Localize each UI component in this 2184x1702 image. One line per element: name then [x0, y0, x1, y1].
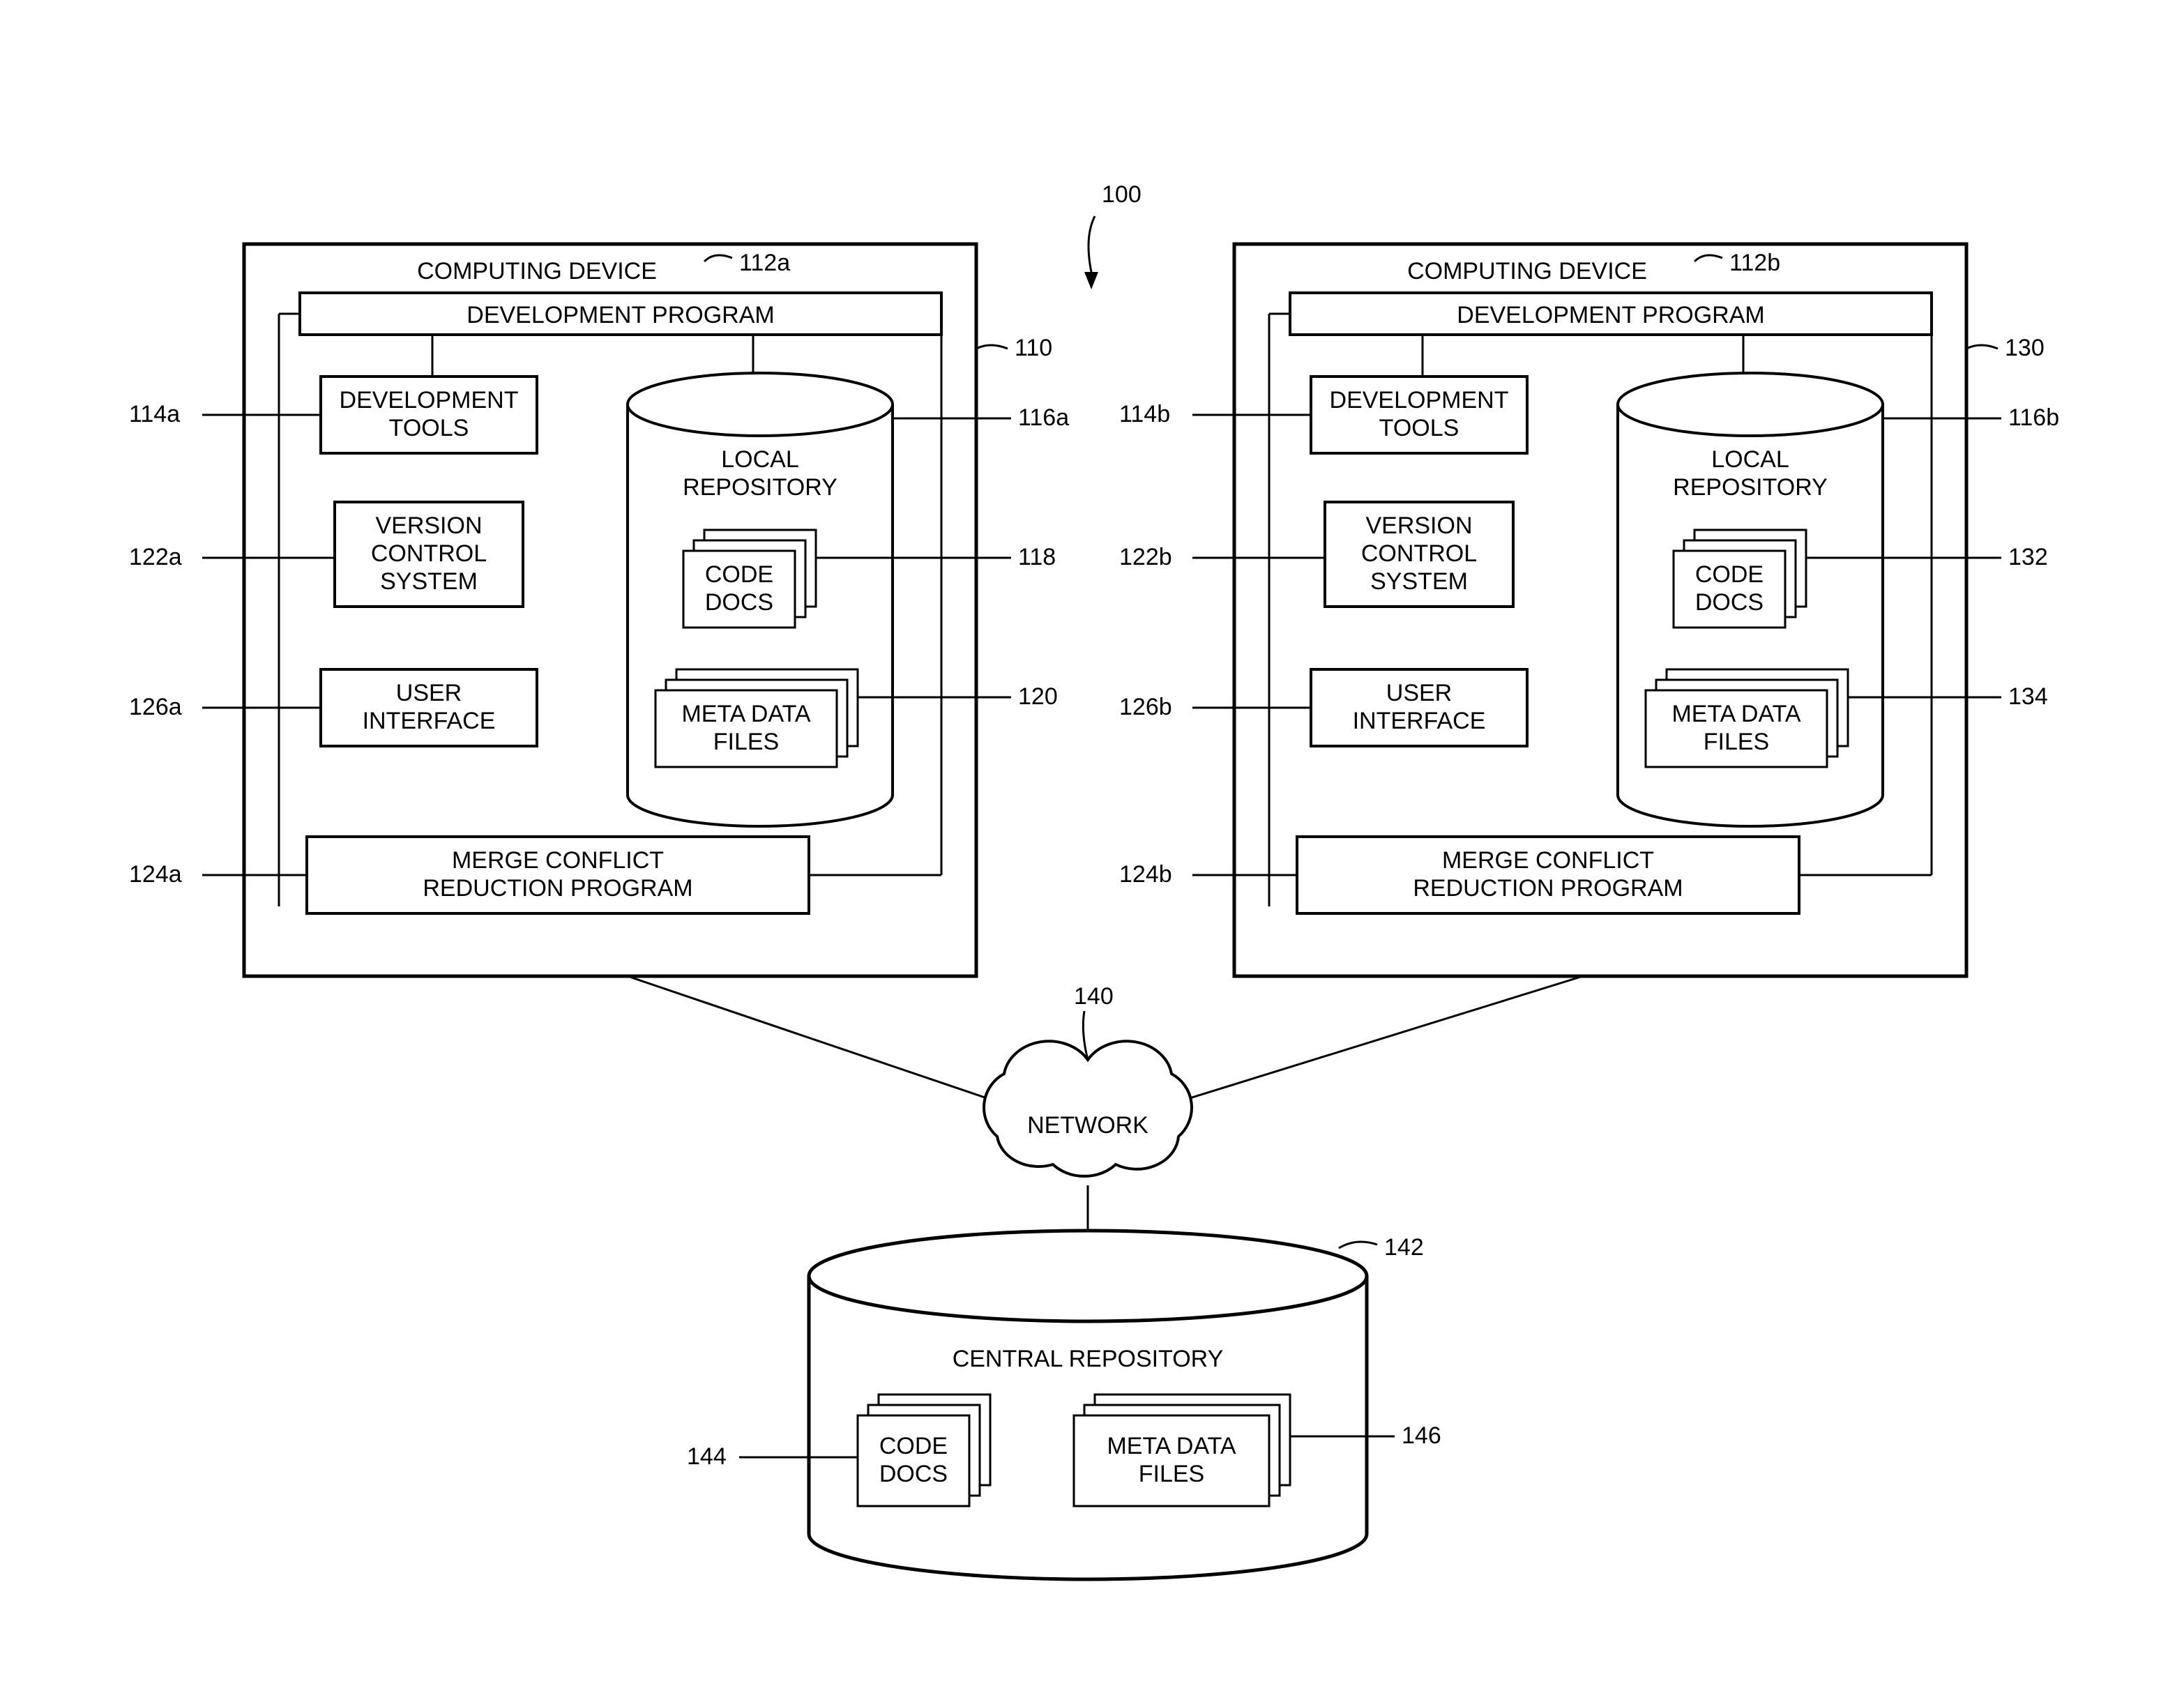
meta-l1-b: META DATA [1671, 701, 1800, 727]
central-meta-l2: FILES [1139, 1461, 1204, 1487]
local-repo-l1-a: LOCAL [721, 446, 799, 473]
central-repo-group: CENTRAL REPOSITORY 142 CODE DOCS 144 MET… [687, 1231, 1441, 1579]
central-repo-label: CENTRAL REPOSITORY [953, 1346, 1224, 1372]
dev-program-label-a: DEVELOPMENT PROGRAM [467, 302, 774, 328]
ref-120: 120 [1018, 683, 1058, 710]
ui-l1-a: USER [396, 680, 462, 706]
vcs-l2-b: CONTROL [1361, 540, 1477, 567]
central-code-l2: DOCS [879, 1461, 948, 1487]
dev-tools-l2-a: TOOLS [389, 415, 469, 441]
diagram-root: 100 COMPUTING DEVICE 112a 110 DEVELOPMEN… [0, 0, 2184, 1702]
ui-l2-b: INTERFACE [1353, 708, 1486, 734]
ref-116b: 116b [2008, 404, 2059, 431]
ref-112a: 112a [739, 250, 790, 276]
ref-140: 140 [1074, 983, 1114, 1010]
central-code-l1: CODE [879, 1433, 948, 1459]
ref-100: 100 [1084, 181, 1142, 289]
ref-114b: 114b [1119, 401, 1170, 427]
ref-118: 118 [1018, 544, 1056, 570]
ref-100-text: 100 [1102, 181, 1142, 208]
ref-130: 130 [2005, 335, 2045, 361]
local-repo-l2-a: REPOSITORY [683, 474, 837, 501]
merge-l1-b: MERGE CONFLICT [1442, 847, 1654, 874]
ref-132: 132 [2008, 544, 2048, 570]
meta-l2-a: FILES [713, 729, 779, 755]
merge-l2-a: REDUCTION PROGRAM [423, 875, 692, 902]
dev-tools-l1-a: DEVELOPMENT [340, 387, 519, 413]
meta-l1-a: META DATA [681, 701, 810, 727]
merge-l2-b: REDUCTION PROGRAM [1413, 875, 1683, 902]
code-docs-l2-b: DOCS [1695, 589, 1764, 616]
ref-134: 134 [2008, 683, 2048, 710]
ref-126a: 126a [129, 694, 182, 720]
device-left-group: COMPUTING DEVICE 112a 110 DEVELOPMENT PR… [129, 244, 1069, 976]
merge-l1-a: MERGE CONFLICT [452, 847, 664, 874]
ref-146: 146 [1402, 1422, 1441, 1449]
device-right-title: COMPUTING DEVICE [1407, 258, 1647, 284]
dev-program-label-b: DEVELOPMENT PROGRAM [1457, 302, 1764, 328]
device-left-title: COMPUTING DEVICE [417, 258, 657, 284]
dev-tools-l1-b: DEVELOPMENT [1330, 387, 1509, 413]
ref-124a: 124a [129, 861, 182, 888]
meta-l2-b: FILES [1704, 729, 1769, 755]
code-docs-l2-a: DOCS [705, 589, 773, 616]
vcs-l2-a: CONTROL [371, 540, 487, 567]
vcs-l1-a: VERSION [375, 512, 482, 539]
network-label: NETWORK [1027, 1112, 1148, 1139]
ui-l1-b: USER [1386, 680, 1452, 706]
ref-110: 110 [1015, 335, 1052, 361]
ref-144: 144 [687, 1443, 727, 1470]
code-docs-l1-a: CODE [705, 561, 773, 588]
code-docs-l1-b: CODE [1695, 561, 1764, 588]
ref-122b: 122b [1119, 544, 1172, 570]
vcs-l3-b: SYSTEM [1370, 568, 1468, 595]
network-cloud-icon [984, 1041, 1192, 1176]
vcs-l3-a: SYSTEM [380, 568, 478, 595]
ref-124b: 124b [1119, 861, 1172, 888]
ui-l2-a: INTERFACE [363, 708, 496, 734]
local-repo-a: LOCAL REPOSITORY 116a CODE DOCS 118 META [628, 373, 1069, 826]
ref-114a: 114a [129, 401, 180, 427]
ref-122a: 122a [129, 544, 182, 570]
local-repo-l2-b: REPOSITORY [1673, 474, 1828, 501]
local-repo-b: LOCAL REPOSITORY 116b CODE DOCS 132 META… [1618, 373, 2059, 826]
ref-126b: 126b [1119, 694, 1172, 720]
vcs-l1-b: VERSION [1365, 512, 1472, 539]
local-repo-l1-b: LOCAL [1711, 446, 1789, 473]
network-group: NETWORK 140 [628, 976, 1583, 1241]
central-meta-files: META DATA FILES 146 [1074, 1395, 1441, 1506]
ref-142: 142 [1384, 1234, 1424, 1261]
central-meta-l1: META DATA [1107, 1433, 1236, 1459]
ref-112b: 112b [1729, 250, 1780, 276]
dev-tools-l2-b: TOOLS [1379, 415, 1459, 441]
device-right-group: COMPUTING DEVICE 112b 130 DEVELOPMENT PR… [1119, 244, 2059, 976]
ref-116a: 116a [1018, 404, 1069, 431]
